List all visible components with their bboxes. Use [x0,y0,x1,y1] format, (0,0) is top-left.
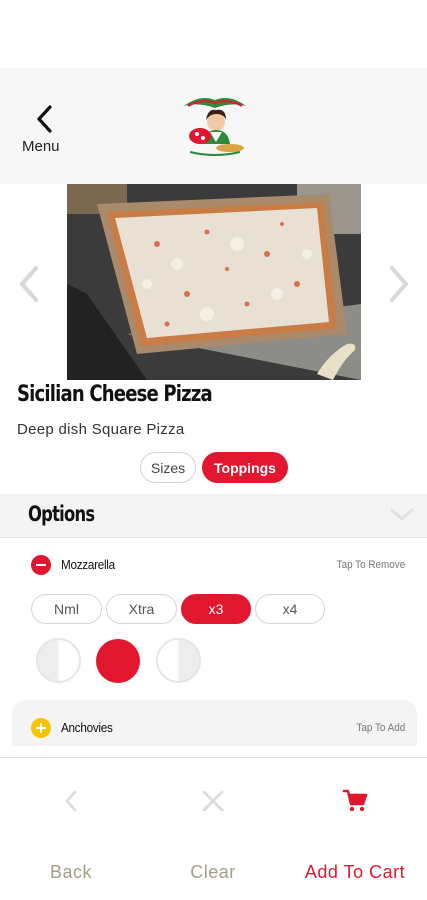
whole-portion-button[interactable] [96,639,140,683]
back-label: Back [49,862,93,882]
add-to-cart-button[interactable]: Add To Cart [284,758,427,900]
chevron-right-icon [390,266,408,302]
carousel-next-button[interactable] [386,264,412,304]
product-title: Sicilian Cheese Pizza [17,382,213,407]
cart-icon [342,789,368,812]
amount-option-x4[interactable]: x4 [255,594,325,624]
menu-back-button[interactable]: Menu [18,104,74,158]
topping-name-mozzarella: Mozzarella [61,557,115,572]
amount-option-nml[interactable]: Nml [31,594,102,624]
chevron-left-icon [20,266,38,302]
restaurant-logo [180,92,250,158]
amount-option-xtra[interactable]: Xtra [106,594,177,624]
product-image-carousel [0,184,427,380]
options-section-header[interactable]: Options [0,494,427,538]
add-anchovies-button[interactable] [31,718,51,738]
status-area [0,0,427,68]
tab-sizes[interactable]: Sizes [140,452,196,483]
add-to-cart-label: Add To Cart [304,862,406,882]
tab-toppings[interactable]: Toppings [202,452,288,483]
tap-to-add-hint: Tap To Add [356,722,405,734]
left-half-portion-button[interactable] [36,638,81,683]
back-button[interactable]: Back [0,758,142,900]
tap-to-remove-hint: Tap To Remove [336,559,405,571]
topping-name-anchovies: Anchovies [61,720,113,735]
menu-back-label: Menu [22,138,60,155]
product-description: Deep dish Square Pizza [17,421,185,438]
options-title: Options [28,502,95,526]
remove-mozzarella-button[interactable] [31,555,51,575]
chevron-down-icon [390,508,414,521]
product-photo [67,184,361,380]
bottom-action-bar: Back Clear Add To Cart [0,757,427,900]
right-half-portion-button[interactable] [156,638,201,683]
minus-icon [36,563,46,567]
chevron-left-icon [37,105,52,133]
carousel-prev-button[interactable] [16,264,42,304]
amount-option-x3[interactable]: x3 [181,594,251,624]
app-header: Menu [0,68,427,184]
clear-button[interactable]: Clear [142,758,284,900]
clear-label: Clear [190,862,236,882]
close-icon [202,790,224,812]
chevron-left-icon [65,790,77,812]
